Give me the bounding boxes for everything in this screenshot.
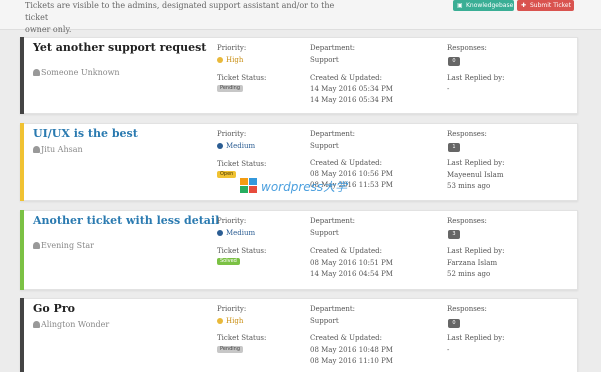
- visibility-notice: Tickets are visible to the admins, desig…: [25, 0, 355, 36]
- responses-count: 3: [448, 230, 460, 239]
- created-updated-label: Created & Updated:: [310, 74, 382, 82]
- status-label: Ticket Status:: [217, 160, 267, 168]
- status-badge: Solved: [217, 258, 240, 265]
- ticket-author: Jitu Ahsan: [33, 145, 83, 154]
- priority-label: Priority:: [217, 130, 247, 138]
- ticket-author: Evening Star: [33, 241, 94, 250]
- updated-date: 08 May 2016 11:10 PM: [310, 357, 393, 365]
- department-value: Support: [310, 229, 339, 237]
- notice-line-2: owner only.: [25, 25, 72, 34]
- submit-ticket-label: Submit Ticket: [530, 2, 571, 9]
- status-color-bar: [20, 37, 24, 114]
- created-updated-label: Created & Updated:: [310, 159, 382, 167]
- ticket-author: Someone Unknown: [33, 68, 120, 77]
- created-updated-label: Created & Updated:: [310, 334, 382, 342]
- status-color-bar: [20, 210, 24, 290]
- user-icon: [33, 242, 40, 249]
- ticket-title[interactable]: Another ticket with less detail: [33, 214, 219, 227]
- priority-value: Medium: [217, 140, 255, 152]
- updated-date: 14 May 2016 04:54 PM: [310, 270, 393, 278]
- status-label: Ticket Status:: [217, 74, 267, 82]
- plus-icon: ✚: [521, 2, 527, 9]
- ticket-title[interactable]: UI/UX is the best: [33, 127, 138, 140]
- priority-dot: [217, 318, 223, 324]
- priority-label: Priority:: [217, 44, 247, 52]
- last-replied-label: Last Replied by:: [447, 247, 505, 255]
- responses-label: Responses:: [447, 305, 487, 313]
- department-label: Department:: [310, 44, 356, 52]
- priority-dot: [217, 230, 223, 236]
- status-color-bar: [20, 123, 24, 201]
- book-icon: ▣: [457, 2, 463, 9]
- last-replied-ago: 52 mins ago: [447, 270, 491, 278]
- ticket-author: Alington Wonder: [33, 320, 109, 329]
- department-value: Support: [310, 56, 339, 64]
- department-value: Support: [310, 142, 339, 150]
- last-replied-label: Last Replied by:: [447, 159, 505, 167]
- department-label: Department:: [310, 130, 356, 138]
- knowledgebase-label: Knowledgebase: [466, 2, 514, 9]
- priority-dot: [217, 143, 223, 149]
- updated-date: 14 May 2016 05:34 PM: [310, 96, 393, 104]
- notice-line-1: Tickets are visible to the admins, desig…: [25, 1, 335, 22]
- watermark-text: wordpress大学: [261, 180, 348, 194]
- status-badge: Pending: [217, 346, 243, 353]
- ticket-card[interactable]: Go Pro Alington Wonder Priority: High Ti…: [20, 298, 578, 372]
- submit-ticket-button[interactable]: ✚ Submit Ticket: [517, 0, 574, 11]
- ticket-card[interactable]: Another ticket with less detail Evening …: [20, 210, 578, 290]
- department-label: Department:: [310, 217, 356, 225]
- wordpress-logo-icon: [240, 178, 258, 194]
- ticket-title[interactable]: Yet another support request: [33, 41, 206, 54]
- responses-label: Responses:: [447, 44, 487, 52]
- user-icon: [33, 146, 40, 153]
- top-bar: Tickets are visible to the admins, desig…: [0, 0, 601, 34]
- status-color-bar: [20, 298, 24, 372]
- priority-value: High: [217, 315, 243, 327]
- department-value: Support: [310, 317, 339, 325]
- priority-value: Medium: [217, 227, 255, 239]
- ticket-card[interactable]: Yet another support request Someone Unkn…: [20, 37, 578, 114]
- priority-value: High: [217, 54, 243, 66]
- department-label: Department:: [310, 305, 356, 313]
- priority-label: Priority:: [217, 217, 247, 225]
- knowledgebase-button[interactable]: ▣ Knowledgebase: [453, 0, 514, 11]
- user-icon: [33, 69, 40, 76]
- ticket-title[interactable]: Go Pro: [33, 302, 75, 315]
- priority-dot: [217, 57, 223, 63]
- last-replied-by: -: [447, 85, 450, 93]
- responses-label: Responses:: [447, 217, 487, 225]
- priority-label: Priority:: [217, 305, 247, 313]
- last-replied-label: Last Replied by:: [447, 74, 505, 82]
- status-label: Ticket Status:: [217, 247, 267, 255]
- status-badge: Pending: [217, 85, 243, 92]
- status-badge: Open: [217, 171, 237, 178]
- created-updated-label: Created & Updated:: [310, 247, 382, 255]
- responses-count: 0: [448, 319, 460, 328]
- status-label: Ticket Status:: [217, 334, 267, 342]
- responses-count: 0: [448, 57, 460, 66]
- last-replied-label: Last Replied by:: [447, 334, 505, 342]
- responses-label: Responses:: [447, 130, 487, 138]
- watermark: wordpress大学: [240, 175, 355, 197]
- responses-count: 1: [448, 143, 460, 152]
- user-icon: [33, 321, 40, 328]
- last-replied-ago: 53 mins ago: [447, 182, 491, 190]
- last-replied-by: -: [447, 346, 450, 354]
